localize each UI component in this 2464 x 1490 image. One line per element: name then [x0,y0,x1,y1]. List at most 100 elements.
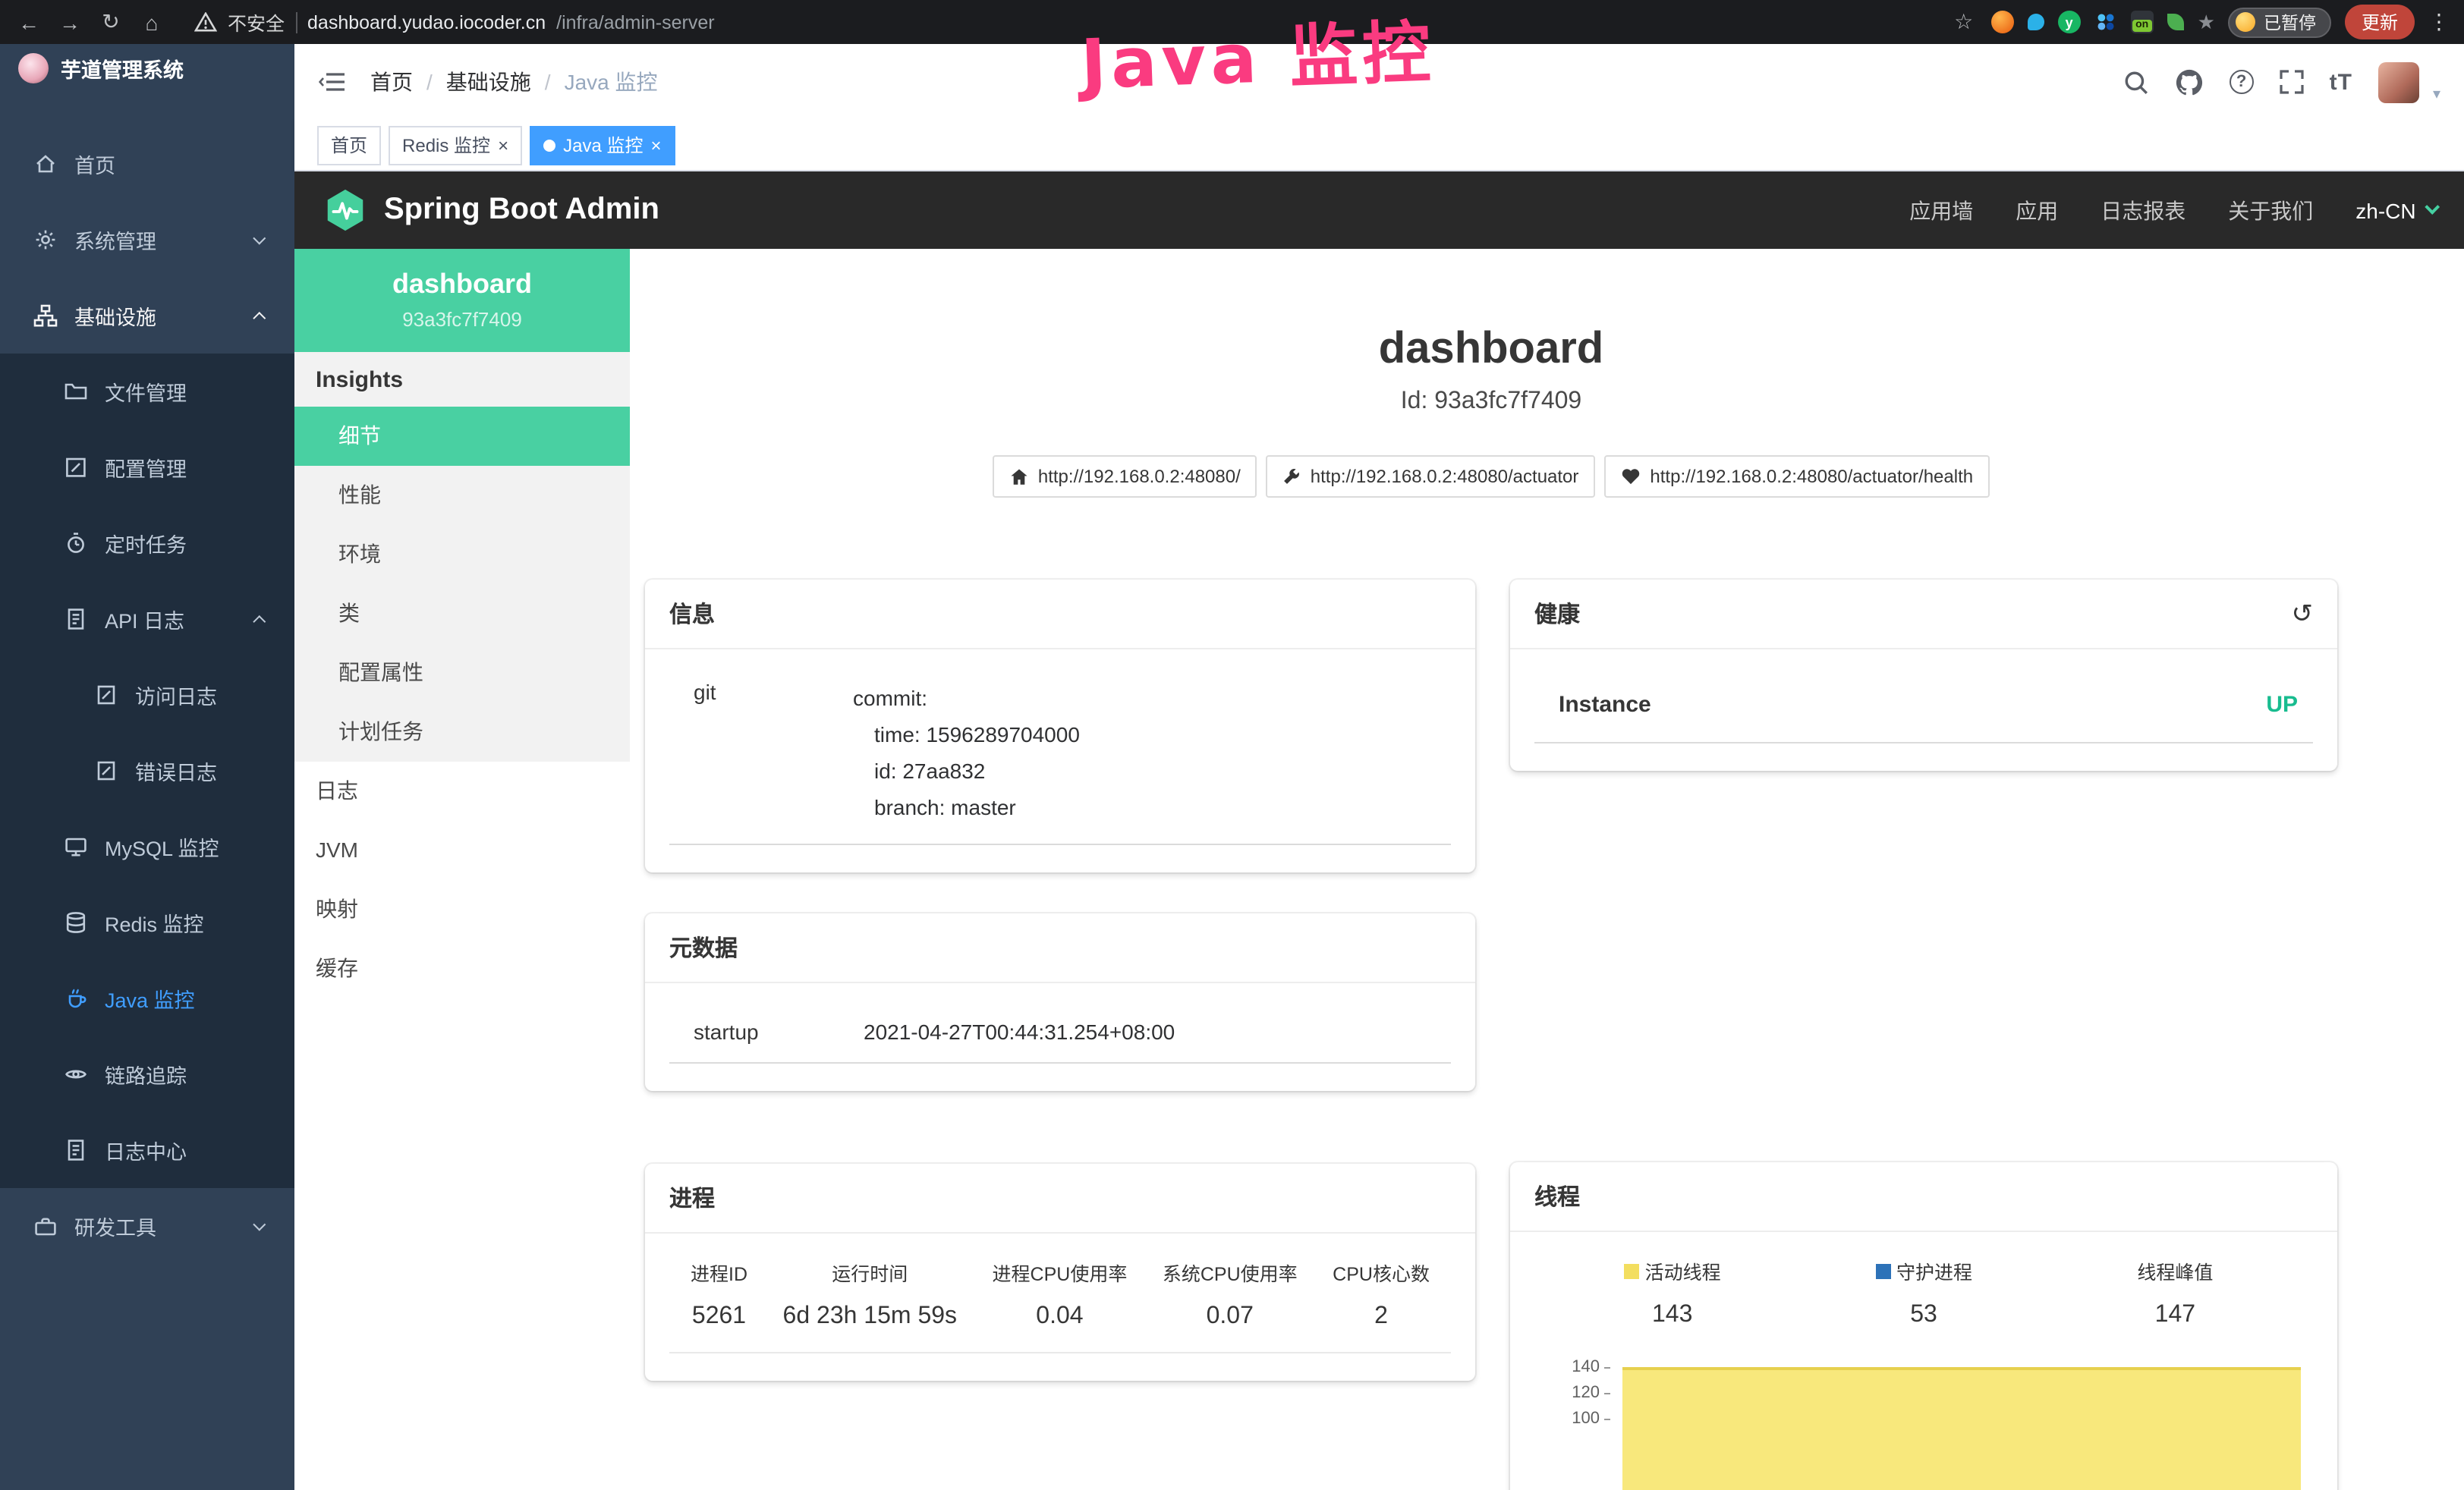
reload-icon[interactable]: ↻ [97,9,124,35]
sidebar-item-link-tracing[interactable]: 链路追踪 [0,1036,294,1112]
close-icon[interactable]: × [498,136,508,154]
help-icon[interactable]: ? [2230,70,2254,94]
instance-header[interactable]: dashboard 93a3fc7f7409 [294,249,630,352]
sidebar-item-config-management[interactable]: 配置管理 [0,429,294,505]
search-icon[interactable] [2123,69,2149,95]
sidebar-item-log-center[interactable]: 日志中心 [0,1112,294,1188]
health-status-badge: UP [2266,692,2298,718]
sba-menu-jvm[interactable]: JVM [294,821,630,880]
insights-group-title: Insights [294,352,630,407]
breadcrumb-infrastructure[interactable]: 基础设施 [446,67,531,97]
sidebar-item-redis-monitor[interactable]: Redis 监控 [0,885,294,960]
process-card-title: 进程 [645,1164,1475,1234]
chevron-down-icon [253,1218,266,1231]
extension-drop-icon[interactable] [2028,14,2044,30]
extension-fox-icon[interactable] [1991,11,2014,33]
browser-chrome: ← → ↻ ⌂ 不安全 dashboard.yudao.iocoder.cn/i… [0,0,2464,44]
chevron-down-icon [253,232,266,244]
sidebar-item-error-logs[interactable]: 错误日志 [0,733,294,809]
extension-grid-icon[interactable] [2094,11,2117,33]
fullscreen-icon[interactable] [2280,70,2304,94]
live-threads-swatch-icon [1624,1263,1639,1278]
sba-brand[interactable]: Spring Boot Admin [384,193,659,228]
avatar-caret-icon[interactable]: ▾ [2433,86,2440,102]
sidebar-item-system-management[interactable]: 系统管理 [0,202,294,278]
health-card: 健康 ↺ Instance UP [1510,580,2337,771]
sidebar-item-api-logs[interactable]: API 日志 [0,581,294,657]
instance-name: dashboard [310,269,615,300]
sba-menu-caches[interactable]: 缓存 [294,939,630,998]
profile-paused-badge[interactable]: 已暂停 [2229,7,2331,37]
address-bar[interactable]: 不安全 dashboard.yudao.iocoder.cn/infra/adm… [194,8,715,36]
sidebar-item-access-logs[interactable]: 访问日志 [0,657,294,733]
forward-icon[interactable]: → [56,10,83,34]
browser-update-button[interactable]: 更新 [2345,5,2415,39]
sidebar-item-label: 研发工具 [74,1211,156,1241]
browser-actions: ☆ y on ★ 已暂停 更新 ⋮ [1950,5,2450,39]
service-url-link[interactable]: http://192.168.0.2:48080/ [993,455,1257,498]
sba-menu-details[interactable]: 细节 [294,407,630,466]
legend-daemon-threads: 守护进程 53 [1798,1256,2049,1329]
home-icon[interactable]: ⌂ [138,10,165,34]
sidebar-item-label: 首页 [74,149,115,179]
sidebar-item-mysql-monitor[interactable]: MySQL 监控 [0,809,294,885]
sidebar-item-label: 访问日志 [135,680,217,710]
sba-locale-select[interactable]: zh-CN [2355,198,2437,222]
startup-label: startup [694,1020,864,1044]
sba-menu-mappings[interactable]: 映射 [294,880,630,939]
sba-menu-config-props[interactable]: 配置属性 [294,643,630,703]
tab-home[interactable]: 首页 [317,125,381,165]
sba-nav-applications[interactable]: 应用 [2016,195,2058,225]
user-avatar[interactable] [2378,61,2419,102]
breadcrumb-home[interactable]: 首页 [370,67,413,97]
git-row: git commit: time: 1596289704000 id: 27aa… [669,671,1451,845]
extension-y-icon[interactable]: y [2058,11,2081,33]
sba-nav-wallboard[interactable]: 应用墙 [1909,195,1973,225]
divider [295,11,297,33]
sba-menu-classes[interactable]: 类 [294,584,630,643]
git-commit-line: commit: [853,680,1445,716]
url-path: /infra/admin-server [556,11,714,33]
font-size-icon[interactable]: tT [2330,69,2352,95]
extension-on-icon[interactable]: on [2131,11,2154,33]
sidebar-item-scheduled-tasks[interactable]: 定时任务 [0,505,294,581]
health-instance-label: Instance [1559,692,1651,718]
sidebar-item-dev-tools[interactable]: 研发工具 [0,1188,294,1264]
git-id-line: id: 27aa832 [853,753,1445,789]
gear-icon [33,228,58,252]
sidebar-item-label: 定时任务 [105,528,187,558]
admin-sidebar: 芋道管理系统 首页 系统管理 [0,44,294,1490]
sba-menu-scheduled-tasks[interactable]: 计划任务 [294,703,630,762]
sba-nav-journal[interactable]: 日志报表 [2101,195,2186,225]
threads-card: 线程 活动线程 143 守护进程 [1510,1162,2337,1490]
app-logo[interactable]: 芋道管理系统 [0,44,294,86]
extension-pin-icon[interactable]: ★ [2198,10,2215,34]
sidebar-item-infrastructure[interactable]: 基础设施 [0,278,294,354]
actuator-url-link[interactable]: http://192.168.0.2:48080/actuator [1267,455,1596,498]
sba-menu-logs[interactable]: 日志 [294,762,630,821]
url-host: dashboard.yudao.iocoder.cn [307,11,546,33]
tab-java-monitor[interactable]: Java 监控 × [530,125,675,165]
sba-menu-environment[interactable]: 环境 [294,525,630,584]
sidebar-item-file-management[interactable]: 文件管理 [0,354,294,429]
sba-main: dashboard Id: 93a3fc7f7409 http://192.16… [630,249,2464,1490]
sba-menu-metrics[interactable]: 性能 [294,466,630,525]
sidebar-menu: 首页 系统管理 基础设施 [0,126,294,1264]
hamburger-icon[interactable] [319,70,346,94]
health-url-link[interactable]: http://192.168.0.2:48080/actuator/health [1604,455,1990,498]
browser-menu-icon[interactable]: ⋮ [2428,9,2450,35]
close-icon[interactable]: × [650,136,661,154]
back-icon[interactable]: ← [15,10,42,34]
sidebar-item-label: 错误日志 [135,756,217,786]
tab-redis-monitor[interactable]: Redis 监控 × [389,125,522,165]
bookmark-star-icon[interactable]: ☆ [1950,9,1978,35]
sidebar-item-home[interactable]: 首页 [0,126,294,202]
sidebar-item-label: 基础设施 [74,300,156,331]
history-icon[interactable]: ↺ [2292,599,2314,629]
link-label: http://192.168.0.2:48080/actuator/health [1650,466,1973,487]
sba-nav-about[interactable]: 关于我们 [2228,195,2313,225]
sidebar-item-java-monitor[interactable]: Java 监控 [0,960,294,1036]
extension-leaf-icon[interactable] [2167,14,2184,30]
github-icon[interactable] [2175,68,2204,96]
threads-legend: 活动线程 143 守护进程 53 线程峰值 [1534,1253,2313,1329]
